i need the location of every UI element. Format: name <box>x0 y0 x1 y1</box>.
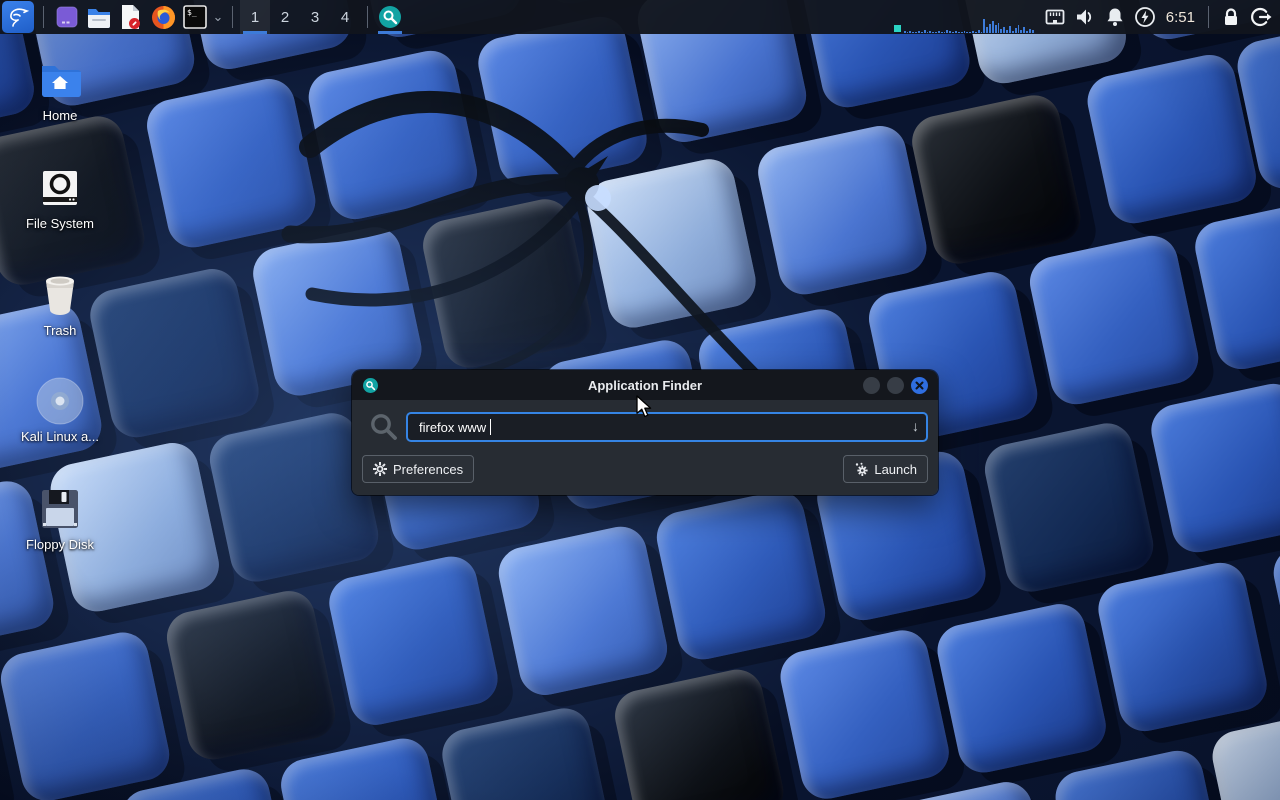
application-finder-launcher[interactable] <box>375 0 405 34</box>
panel-clock[interactable]: 6:51 <box>1166 9 1195 26</box>
gear-icon <box>373 462 387 476</box>
lock-screen-button[interactable] <box>1218 0 1244 34</box>
firefox-launcher[interactable] <box>149 1 177 33</box>
terminal-launcher[interactable]: $_ <box>181 1 209 33</box>
workspace-1[interactable]: 1 <box>240 0 270 34</box>
kali-menu-button[interactable] <box>2 1 34 33</box>
hard-drive-icon <box>12 166 108 210</box>
desktop-icon-file-system[interactable]: File System <box>12 166 108 231</box>
search-icon <box>362 412 406 442</box>
dropdown-arrow-icon[interactable]: ↓ <box>912 418 919 434</box>
network-tray-item[interactable] <box>1042 0 1068 34</box>
text-editor-launcher[interactable] <box>117 1 145 33</box>
panel-separator <box>43 6 44 28</box>
launch-label: Launch <box>874 462 917 477</box>
workspace-number: 2 <box>281 9 289 26</box>
logout-button[interactable] <box>1248 0 1274 34</box>
preferences-label: Preferences <box>393 462 463 477</box>
desktop-icon-trash[interactable]: Trash <box>12 273 108 338</box>
optical-disc-icon <box>12 379 108 423</box>
file-manager-launcher[interactable] <box>85 1 113 33</box>
notifications-tray-item[interactable] <box>1102 0 1128 34</box>
panel-separator <box>367 6 368 28</box>
chevron-down-icon[interactable]: ⌄ <box>211 9 225 25</box>
cpu-graph-marker <box>894 25 901 32</box>
cpu-graph-bars <box>904 17 1034 33</box>
mouse-cursor <box>636 395 658 419</box>
appfinder-titlebar-icon <box>363 378 378 393</box>
desktop-icon-floppy-disk[interactable]: Floppy Disk <box>12 487 108 552</box>
bell-icon <box>1104 6 1126 28</box>
terminal-icon: $_ <box>183 5 207 29</box>
application-finder-window: Application Finder ↓ <box>352 370 938 495</box>
firefox-icon <box>151 5 176 30</box>
search-input[interactable] <box>406 412 928 442</box>
desktop-icon-label: Kali Linux a... <box>12 429 108 444</box>
workspace-2[interactable]: 2 <box>270 0 300 34</box>
desktop-icon-label: Floppy Disk <box>12 537 108 552</box>
cpu-graph[interactable] <box>892 0 1034 34</box>
app-drawer-icon <box>55 5 79 29</box>
home-folder-icon <box>12 58 108 102</box>
volume-icon <box>1074 6 1096 28</box>
desktop-icon-home[interactable]: Home <box>12 58 108 123</box>
workspace-4[interactable]: 4 <box>330 0 360 34</box>
workspace-3[interactable]: 3 <box>300 0 330 34</box>
desktop-icon-label: Trash <box>12 323 108 338</box>
run-gear-icon <box>854 462 868 476</box>
workspace-number: 3 <box>311 9 319 26</box>
minimize-button[interactable] <box>863 377 880 394</box>
maximize-button[interactable] <box>887 377 904 394</box>
workspace-number: 1 <box>251 9 259 26</box>
svg-text:$_: $_ <box>187 8 197 17</box>
network-icon <box>1044 6 1066 28</box>
panel-separator <box>1208 6 1209 28</box>
floppy-disk-icon <box>12 487 108 531</box>
power-manager-tray-item[interactable] <box>1132 0 1158 34</box>
lock-icon <box>1220 6 1242 28</box>
volume-tray-item[interactable] <box>1072 0 1098 34</box>
close-icon <box>915 381 924 390</box>
window-title: Application Finder <box>352 378 938 393</box>
trash-empty-icon <box>12 273 108 317</box>
desktop-icon-label: Home <box>12 108 108 123</box>
text-editor-icon <box>119 4 143 30</box>
desktop-icon-label: File System <box>12 216 108 231</box>
power-manager-icon <box>1134 6 1156 28</box>
close-button[interactable] <box>911 377 928 394</box>
file-manager-icon <box>86 5 112 29</box>
logout-icon <box>1250 6 1272 28</box>
launch-button[interactable]: Launch <box>843 455 928 483</box>
text-caret <box>490 419 491 435</box>
preferences-button[interactable]: Preferences <box>362 455 474 483</box>
app-drawer-launcher[interactable] <box>53 1 81 33</box>
application-finder-icon <box>378 5 402 29</box>
panel-separator <box>232 6 233 28</box>
workspace-number: 4 <box>341 9 349 26</box>
kali-menu-icon <box>6 5 30 29</box>
desktop-icon-kali-linux-cd[interactable]: Kali Linux a... <box>12 379 108 444</box>
top-panel: $_ ⌄ 1 2 3 4 <box>0 0 1280 34</box>
